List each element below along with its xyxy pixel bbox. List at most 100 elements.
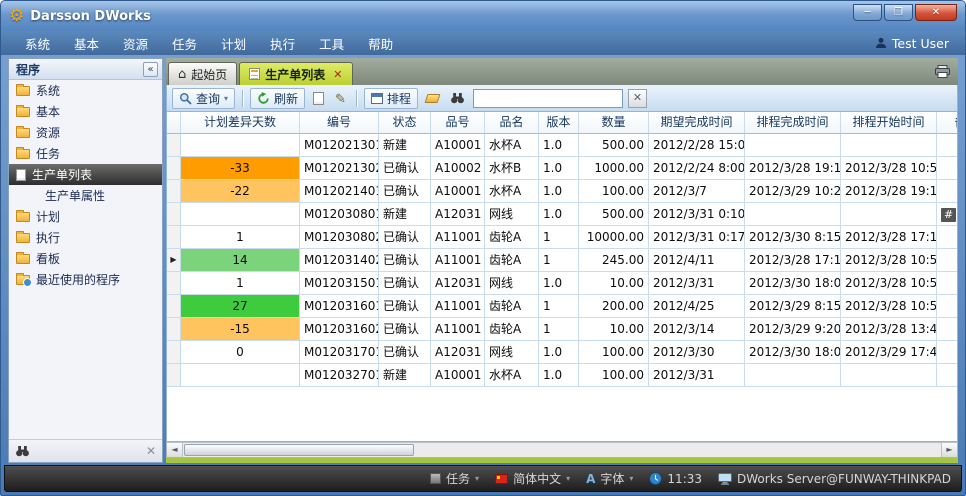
column-header[interactable]: 数量 <box>579 112 649 134</box>
sidebar-item[interactable]: 执行 <box>9 227 162 248</box>
menu-item[interactable]: 基本 <box>62 31 111 56</box>
tab-label: 起始页 <box>191 66 227 83</box>
cell: 2012/4/11 <box>649 249 745 272</box>
schedule-icon <box>371 93 383 104</box>
sidebar-item-label: 执行 <box>36 229 60 246</box>
maximize-button[interactable]: ❐ <box>884 4 913 21</box>
font-label: 字体 <box>600 470 624 487</box>
cell: 已确认 <box>379 318 431 341</box>
status-language-menu[interactable]: 简体中文 ▾ <box>495 470 570 487</box>
cell: 1 <box>539 226 579 249</box>
column-header[interactable]: 状态 <box>379 112 431 134</box>
cell: A10002 <box>431 157 485 180</box>
printer-icon[interactable] <box>933 65 952 81</box>
sidebar-item[interactable]: 资源 <box>9 122 162 143</box>
find-button[interactable] <box>447 88 468 109</box>
edit-button[interactable]: ✎ <box>332 88 349 109</box>
cell: -22 <box>181 180 300 203</box>
table-row[interactable]: M012032701新建A10001水杯A1.0100.002012/3/31 <box>167 364 957 387</box>
toolbar-search-input[interactable] <box>473 89 623 108</box>
table-row[interactable]: 1M012031501已确认A12031网线1.010.002012/3/312… <box>167 272 957 295</box>
cell <box>745 203 841 226</box>
table-row[interactable]: 1M012030802已确认A11001齿轮A110000.002012/3/3… <box>167 226 957 249</box>
table-row[interactable]: -33M012021302已确认A10002水杯B1.01000.002012/… <box>167 157 957 180</box>
horizontal-scrollbar[interactable]: ◄ ► <box>166 442 958 458</box>
column-header[interactable]: 品名 <box>485 112 539 134</box>
scroll-left-arrow[interactable]: ◄ <box>167 443 183 457</box>
scroll-right-arrow[interactable]: ► <box>941 443 957 457</box>
sidebar-clear-icon[interactable]: ✕ <box>146 444 156 458</box>
menu-item[interactable]: 计划 <box>209 31 258 56</box>
table-row[interactable]: -22M012021401已确认A10001水杯A1.0100.002012/3… <box>167 180 957 203</box>
table-row[interactable]: M012030801新建A12031网线1.0500.002012/3/31 0… <box>167 203 957 226</box>
refresh-button[interactable]: 刷新 <box>250 88 305 109</box>
column-header[interactable]: 备注 <box>937 112 958 134</box>
cell: A12031 <box>431 203 485 226</box>
query-button[interactable]: 查询 ▾ <box>172 88 235 109</box>
cell: 27 <box>181 295 300 318</box>
sidebar-item[interactable]: 任务 <box>9 143 162 164</box>
clear-search-button[interactable]: ✕ <box>628 89 647 108</box>
table-row[interactable]: ▶14M012031402已确认A11001齿轮A1245.002012/4/1… <box>167 249 957 272</box>
sidebar-collapse-button[interactable]: « <box>143 62 158 77</box>
user-info[interactable]: Test User <box>875 36 953 51</box>
sidebar-item[interactable]: 生产单列表 <box>9 164 162 185</box>
cell: M012021401 <box>300 180 379 203</box>
column-header[interactable]: 期望完成时间 <box>649 112 745 134</box>
minimize-button[interactable]: ─ <box>853 4 882 21</box>
column-header[interactable]: 品号 <box>431 112 485 134</box>
cell: 2012/3/28 10:52 <box>841 157 937 180</box>
cell: 2012/3/31 0:10 <box>649 203 745 226</box>
new-button[interactable] <box>310 88 327 109</box>
column-header[interactable]: 排程开始时间 <box>841 112 937 134</box>
sidebar-item[interactable]: 生产单属性 <box>9 185 162 206</box>
cell: 网线 <box>485 341 539 364</box>
status-server: DWorks Server@FUNWAY-THINKPAD <box>718 472 951 486</box>
cell <box>937 364 958 387</box>
column-header[interactable]: 版本 <box>539 112 579 134</box>
menu-item[interactable]: 资源 <box>111 31 160 56</box>
sidebar-item[interactable]: 看板 <box>9 248 162 269</box>
table-row[interactable]: 27M012031601已确认A11001齿轮A1200.002012/4/25… <box>167 295 957 318</box>
refresh-icon <box>257 92 270 105</box>
status-font-menu[interactable]: A 字体 ▾ <box>586 470 633 487</box>
cell: 14 <box>181 249 300 272</box>
menu-item[interactable]: 任务 <box>160 31 209 56</box>
tab-active[interactable]: 生产单列表✕ <box>239 62 352 85</box>
sidebar-item-label: 基本 <box>36 103 60 120</box>
cell: M012031701 <box>300 341 379 364</box>
tab-close-icon[interactable]: ✕ <box>333 68 342 81</box>
tab[interactable]: 起始页 <box>168 62 237 85</box>
status-clock: 11:33 <box>649 472 702 486</box>
cell: 100.00 <box>579 341 649 364</box>
column-header[interactable]: 计划差异天数 <box>181 112 300 134</box>
row-indicator <box>167 364 181 387</box>
scrollbar-thumb[interactable] <box>184 444 414 456</box>
close-button[interactable]: ✕ <box>915 4 957 21</box>
row-indicator <box>167 157 181 180</box>
column-header[interactable]: 编号 <box>300 112 379 134</box>
sidebar-item[interactable]: 系统 <box>9 80 162 101</box>
menu-items: 系统基本资源任务计划执行工具帮助 <box>13 31 405 56</box>
cell: 1.0 <box>539 341 579 364</box>
row-indicator-header <box>167 112 181 134</box>
status-task-menu[interactable]: 任务 ▾ <box>430 470 479 487</box>
sidebar-item[interactable]: 基本 <box>9 101 162 122</box>
menu-item[interactable]: 系统 <box>13 31 62 56</box>
menu-item[interactable]: 帮助 <box>356 31 405 56</box>
menu-item[interactable]: 工具 <box>307 31 356 56</box>
sidebar-item[interactable]: 最近使用的程序 <box>9 269 162 290</box>
sidebar-item[interactable]: 计划 <box>9 206 162 227</box>
table-row[interactable]: 0M012031701已确认A12031网线1.0100.002012/3/30… <box>167 341 957 364</box>
table-row[interactable]: M012021301新建A10001水杯A1.0500.002012/2/28 … <box>167 134 957 157</box>
table-row[interactable]: -15M012031602已确认A11001齿轮A110.002012/3/14… <box>167 318 957 341</box>
unschedule-button[interactable] <box>423 88 442 109</box>
cell: 1000.00 <box>579 157 649 180</box>
binoculars-icon[interactable] <box>15 445 30 457</box>
column-header[interactable]: 排程完成时间 <box>745 112 841 134</box>
row-indicator: ▶ <box>167 249 181 272</box>
schedule-button[interactable]: 排程 <box>364 88 418 109</box>
menu-item[interactable]: 执行 <box>258 31 307 56</box>
folder-clock-icon <box>16 275 30 285</box>
cell <box>181 134 300 157</box>
